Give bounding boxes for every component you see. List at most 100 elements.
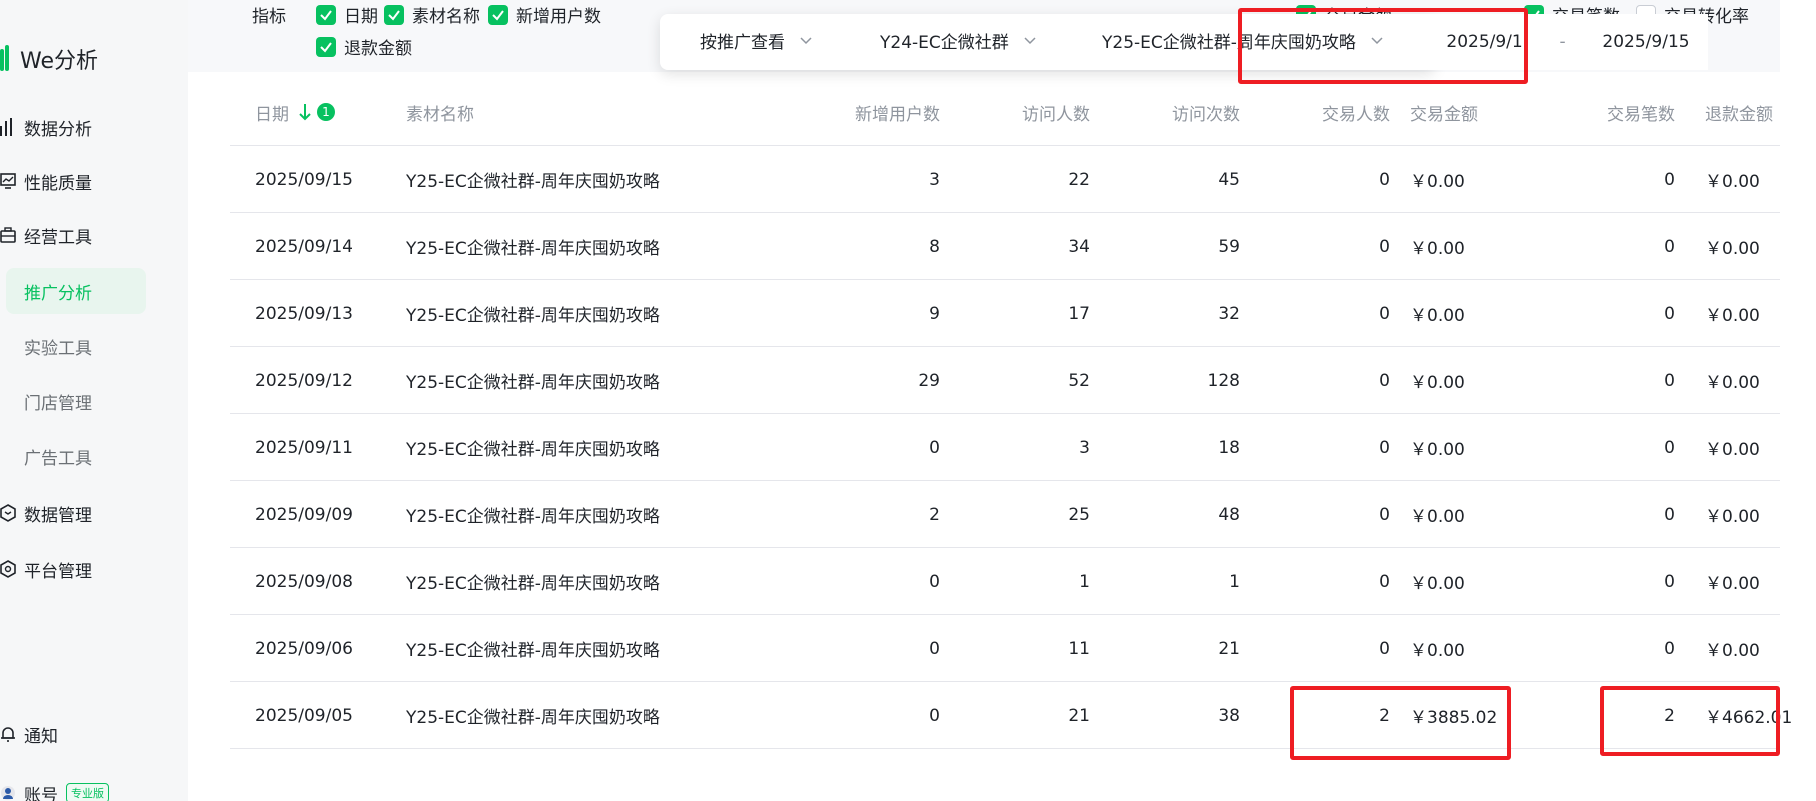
cell-visitors: 3 — [1079, 437, 1090, 458]
cell-visits: 128 — [1207, 370, 1240, 391]
cell-material: Y25-EC企微社群-周年庆囤奶攻略 — [406, 239, 660, 259]
cell-date: 2025/09/11 — [255, 437, 353, 458]
cell-visitors: 34 — [1068, 236, 1090, 257]
cell-trade-amount: ￥0.00 — [1410, 574, 1465, 594]
chevron-down-icon — [1371, 36, 1383, 44]
date-start[interactable]: 2025/9/1 — [1446, 32, 1522, 52]
metric-checkbox-new-users[interactable]: 新增用户数 — [488, 2, 601, 27]
cell-trade-amount: ￥3885.02 — [1410, 708, 1498, 728]
nav-data-management[interactable]: 数据管理 — [0, 490, 92, 536]
metric-label: 新增用户数 — [516, 7, 601, 27]
cell-visits: 32 — [1218, 303, 1240, 324]
cell-material: Y25-EC企微社群-周年庆囤奶攻略 — [406, 708, 660, 728]
nav-label: 经营工具 — [24, 227, 92, 248]
cell-new-users: 0 — [929, 571, 940, 592]
monitor-icon — [0, 173, 16, 189]
cell-refund-amount: ￥0.00 — [1705, 306, 1760, 326]
checkbox-checked-icon — [488, 4, 508, 25]
bar-chart-icon — [0, 118, 12, 136]
cell-material: Y25-EC企微社群-周年庆囤奶攻略 — [406, 440, 660, 460]
sub-item-ad-tools[interactable]: 广告工具 — [24, 436, 92, 476]
sub-item-store-management[interactable]: 门店管理 — [24, 381, 92, 421]
nav-business-tools[interactable]: 经营工具 — [0, 212, 92, 258]
cell-refund-amount: ￥0.00 — [1705, 373, 1760, 393]
cell-visits: 45 — [1218, 169, 1240, 190]
cell-trade-count: 2 — [1664, 705, 1675, 726]
cell-new-users: 0 — [929, 705, 940, 726]
column-header-trade-count[interactable]: 交易笔数 — [1540, 78, 1675, 146]
cell-new-users: 0 — [929, 437, 940, 458]
column-header-visits[interactable]: 访问次数 — [1130, 78, 1240, 146]
column-header-refund-amount[interactable]: 退款金额 — [1705, 78, 1773, 146]
metrics-label: 指标 — [252, 7, 286, 27]
settings-hexagon-icon — [0, 560, 16, 578]
metric-checkbox-date[interactable]: 日期 — [316, 2, 378, 27]
cell-refund-amount: ￥0.00 — [1705, 507, 1760, 527]
column-header-trade-amount[interactable]: 交易金额 — [1410, 78, 1478, 146]
column-header-new-users[interactable]: 新增用户数 — [810, 78, 940, 146]
cell-visitors: 52 — [1068, 370, 1090, 391]
nav-label: 平台管理 — [24, 561, 92, 582]
date-end[interactable]: 2025/9/15 — [1602, 32, 1689, 52]
cell-date: 2025/09/08 — [255, 571, 353, 592]
cell-date: 2025/09/12 — [255, 370, 353, 391]
nav-notifications[interactable]: 通知 — [0, 711, 58, 757]
nav-account[interactable]: 账号 专业版 — [0, 770, 109, 801]
metric-checkbox-refund-amount[interactable]: 退款金额 — [316, 34, 412, 59]
cell-trade-count: 0 — [1664, 571, 1675, 592]
column-header-material-name[interactable]: 素材名称 — [406, 78, 474, 146]
cell-refund-amount: ￥0.00 — [1705, 574, 1760, 594]
sub-item-promotion-analysis[interactable]: 推广分析 — [24, 271, 92, 311]
cell-trade-count: 0 — [1664, 638, 1675, 659]
cell-trade-amount: ￥0.00 — [1410, 239, 1465, 259]
table-row: 2025/09/08 Y25-EC企微社群-周年庆囤奶攻略 0 1 1 0 ￥0… — [230, 548, 1780, 615]
cell-date: 2025/09/14 — [255, 236, 353, 257]
cell-date: 2025/09/13 — [255, 303, 353, 324]
table-row: 2025/09/06 Y25-EC企微社群-周年庆囤奶攻略 0 11 21 0 … — [230, 615, 1780, 682]
cell-material: Y25-EC企微社群-周年庆囤奶攻略 — [406, 373, 660, 393]
campaign-dropdown[interactable]: Y25-EC企微社群-周年庆囤奶攻略 — [1102, 28, 1384, 53]
nav-label: 通知 — [24, 726, 58, 747]
sub-item-experiment-tools[interactable]: 实验工具 — [24, 326, 92, 366]
nav-performance[interactable]: 性能质量 — [0, 158, 92, 204]
hexagon-icon — [0, 504, 16, 522]
sort-order-badge: 1 — [317, 103, 335, 121]
cell-material: Y25-EC企微社群-周年庆囤奶攻略 — [406, 306, 660, 326]
cell-visitors: 17 — [1068, 303, 1090, 324]
cell-trade-amount: ￥0.00 — [1410, 440, 1465, 460]
cell-refund-amount: ￥4662.01 — [1705, 708, 1793, 728]
cell-new-users: 9 — [929, 303, 940, 324]
cell-refund-amount: ￥0.00 — [1705, 239, 1760, 259]
cell-visitors: 21 — [1068, 705, 1090, 726]
cell-visits: 1 — [1229, 571, 1240, 592]
nav-platform-management[interactable]: 平台管理 — [0, 546, 92, 592]
checkbox-checked-icon — [316, 36, 336, 57]
column-header-visitors[interactable]: 访问人数 — [970, 78, 1090, 146]
group-dropdown[interactable]: Y24-EC企微社群 — [880, 28, 1037, 53]
table-row: 2025/09/11 Y25-EC企微社群-周年庆囤奶攻略 0 3 18 0 ￥… — [230, 414, 1780, 481]
cell-trade-amount: ￥0.00 — [1410, 373, 1465, 393]
view-by-dropdown[interactable]: 按推广查看 — [700, 28, 813, 53]
cell-visitors: 22 — [1068, 169, 1090, 190]
cell-refund-amount: ￥0.00 — [1705, 440, 1760, 460]
cell-new-users: 3 — [929, 169, 940, 190]
avatar-icon — [1, 786, 15, 800]
column-header-date[interactable]: 日期 1 — [255, 78, 335, 146]
cell-trade-amount: ￥0.00 — [1410, 172, 1465, 192]
cell-buyers: 2 — [1379, 705, 1390, 726]
cell-date: 2025/09/05 — [255, 705, 353, 726]
date-range-picker[interactable]: 2025/9/1 - 2025/9/15 — [1428, 14, 1708, 70]
cell-trade-count: 0 — [1664, 437, 1675, 458]
cell-buyers: 0 — [1379, 437, 1390, 458]
nav-data-analysis[interactable]: 数据分析 — [0, 104, 92, 150]
metric-checkbox-material-name[interactable]: 素材名称 — [384, 2, 480, 27]
dropdown-value: Y24-EC企微社群 — [880, 33, 1009, 53]
column-header-buyers[interactable]: 交易人数 — [1270, 78, 1390, 146]
brand[interactable]: We分析 — [0, 42, 98, 76]
table-row: 2025/09/05 Y25-EC企微社群-周年庆囤奶攻略 0 21 38 2 … — [230, 682, 1792, 749]
cell-trade-count: 0 — [1664, 236, 1675, 257]
cell-new-users: 0 — [929, 638, 940, 659]
cell-trade-count: 0 — [1664, 370, 1675, 391]
metric-label: 日期 — [344, 7, 378, 27]
checkbox-checked-icon — [316, 4, 336, 25]
